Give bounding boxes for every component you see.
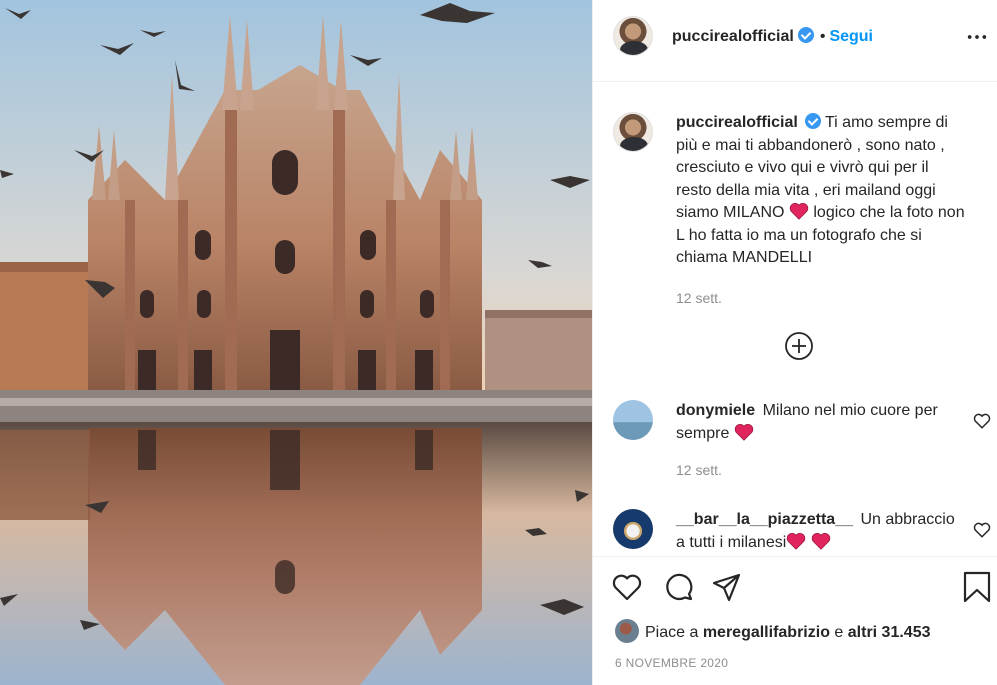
paper-plane-icon[interactable]	[711, 571, 743, 603]
red-heart-emoji-icon	[734, 423, 754, 441]
red-heart-emoji-icon	[787, 532, 806, 550]
comments-list[interactable]: puccirealofficial Ti amo sempre di più e…	[593, 83, 997, 555]
comment-body: __bar__la__piazzetta__ Un abbraccio a tu…	[676, 509, 966, 554]
verified-badge-icon	[797, 27, 814, 43]
duomo-photo-illustration	[0, 0, 592, 685]
comment-bubble-icon[interactable]	[663, 571, 695, 603]
likes-summary: Piace a meregallifabrizio e altri 31.453	[615, 619, 931, 643]
liker-username[interactable]: meregallifabrizio	[703, 624, 830, 641]
comment-timestamp[interactable]: 12 sett.	[676, 459, 966, 482]
commenter-avatar[interactable]	[613, 509, 653, 549]
caption-username[interactable]: puccirealofficial	[676, 114, 798, 131]
comment-item: donymiele Milano nel mio cuore per sempr…	[613, 400, 991, 482]
comment-like-heart-icon[interactable]	[973, 412, 991, 430]
liker-avatar[interactable]	[615, 619, 639, 643]
red-heart-emoji-icon	[789, 203, 809, 220]
comment-body: donymiele Milano nel mio cuore per sempr…	[676, 400, 966, 482]
caption-timestamp[interactable]: 12 sett.	[676, 287, 966, 310]
post-actions: Piace a meregallifabrizio e altri 31.453…	[593, 556, 997, 685]
likes-middle: e	[829, 624, 848, 641]
plus-circle-icon[interactable]	[784, 331, 814, 361]
author-username[interactable]: puccirealofficial	[672, 28, 794, 45]
more-horizontal-icon[interactable]	[966, 26, 988, 48]
heart-outline-icon[interactable]	[611, 571, 643, 603]
post-photo[interactable]	[0, 0, 592, 685]
commenter-avatar[interactable]	[613, 400, 653, 440]
author-avatar[interactable]	[613, 16, 653, 56]
caption-body: puccirealofficial Ti amo sempre di più e…	[676, 112, 966, 309]
bookmark-icon[interactable]	[961, 571, 993, 603]
comment-item: __bar__la__piazzetta__ Un abbraccio a tu…	[613, 509, 991, 555]
comment-like-heart-icon[interactable]	[973, 521, 991, 539]
follow-button[interactable]: Segui	[829, 28, 873, 45]
post-details-panel: puccirealofficial • Segui puccirealofficia…	[592, 0, 997, 685]
red-heart-emoji-icon	[811, 532, 830, 550]
comment-username[interactable]: donymiele	[676, 402, 755, 419]
caption-author-avatar[interactable]	[613, 112, 653, 152]
post-date[interactable]: 6 NOVEMBRE 2020	[615, 656, 728, 670]
comment-username[interactable]: __bar__la__piazzetta__	[676, 511, 853, 528]
likes-prefix: Piace a	[645, 624, 703, 641]
caption-item: puccirealofficial Ti amo sempre di più e…	[613, 112, 983, 312]
author-line: puccirealofficial • Segui	[672, 27, 873, 46]
verified-badge-icon	[804, 113, 821, 129]
likes-others-link[interactable]: altri 31.453	[848, 624, 931, 641]
post-header: puccirealofficial • Segui	[593, 0, 997, 82]
separator-dot: •	[819, 28, 826, 45]
